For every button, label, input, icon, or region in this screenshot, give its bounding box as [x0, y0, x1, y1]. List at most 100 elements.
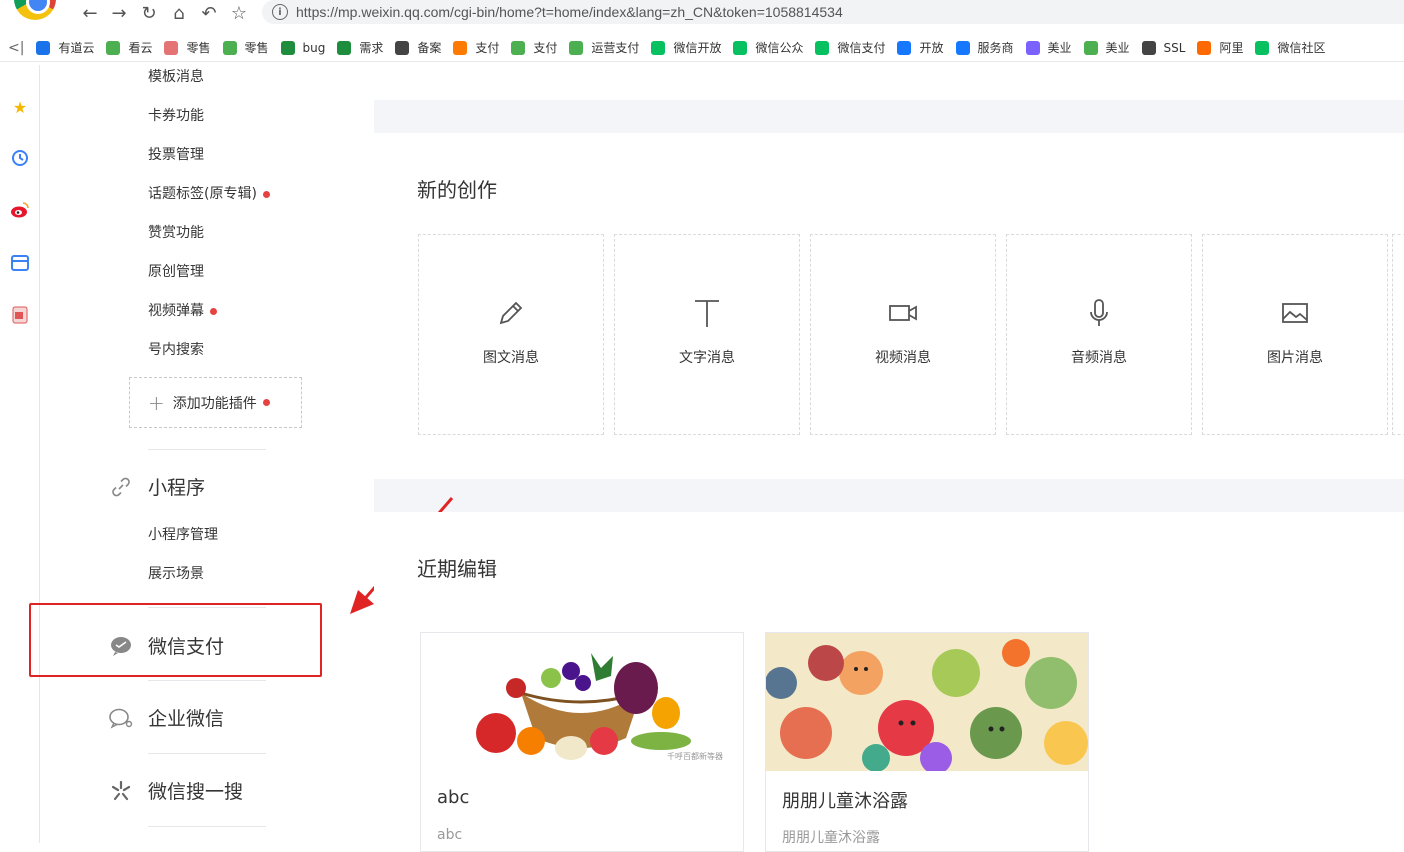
address-bar[interactable]: i https://mp.weixin.qq.com/cgi-bin/home?… — [262, 0, 1404, 24]
image-icon — [1275, 293, 1315, 333]
recent-edit-item[interactable]: 朋朋儿童沐浴露 朋朋儿童沐浴露 — [765, 632, 1089, 852]
menu-item-label: 投票管理 — [148, 147, 204, 163]
bookmark-item[interactable]: 零售 — [222, 39, 269, 56]
create-item-pencil[interactable]: 图文消息 — [418, 234, 604, 435]
info-icon[interactable]: i — [272, 4, 288, 20]
bookmark-label: 备案 — [417, 41, 442, 55]
menu-divider — [148, 753, 266, 754]
menu-item-plugin[interactable]: 原创管理 — [148, 261, 204, 281]
reload-icon[interactable]: ↻ — [137, 2, 161, 24]
bookmark-icon — [1025, 40, 1040, 55]
bookmark-item[interactable]: 支付 — [511, 39, 557, 56]
pencil-icon — [491, 293, 531, 333]
menu-section-work-wechat[interactable]: 企业微信 — [108, 704, 224, 731]
bookmark-item[interactable]: 微信开放 — [651, 39, 721, 56]
menu-section-miniprogram[interactable]: 小程序 — [108, 473, 205, 500]
menu-item-plugin[interactable]: 模板消息 — [148, 66, 204, 86]
menu-item-label: 赞赏功能 — [148, 225, 204, 241]
bookmark-item[interactable]: 支付 — [453, 39, 499, 56]
create-item-text[interactable]: 文字消息 — [614, 234, 800, 435]
bookmark-item[interactable]: 微信社区 — [1255, 39, 1326, 56]
menu-item-plugin[interactable]: 赞赏功能 — [148, 222, 204, 242]
bookmark-item[interactable]: bug — [280, 40, 326, 55]
bookmark-label: bug — [302, 40, 326, 55]
bookmark-item[interactable]: SSL — [1141, 40, 1186, 55]
back-icon[interactable]: ← — [78, 2, 102, 24]
create-item-microphone[interactable]: 音频消息 — [1006, 234, 1192, 435]
collapse-icon[interactable]: <| — [8, 40, 24, 56]
menu-item-plugin[interactable]: 投票管理 — [148, 144, 204, 164]
bookmark-item[interactable]: 阿里 — [1197, 39, 1243, 56]
side-menu: + 添加功能插件 小程序 小程序管理 展示场景 微信支付 企业微信 微信搜一搜 … — [40, 65, 374, 843]
menu-item-label: 视频弹幕 — [148, 303, 204, 319]
bookmark-icon — [395, 40, 410, 55]
home-icon[interactable]: ⌂ — [167, 2, 191, 24]
forward-icon[interactable]: → — [107, 2, 131, 24]
bookmark-icon — [733, 40, 748, 55]
bookmark-item[interactable]: 有道云 — [36, 39, 94, 56]
url-text[interactable]: https://mp.weixin.qq.com/cgi-bin/home?t=… — [296, 4, 843, 20]
menu-section-label: 小程序 — [148, 477, 206, 499]
menu-item-plugin[interactable]: 号内搜索 — [148, 339, 204, 359]
undo-icon[interactable]: ↶ — [197, 2, 221, 24]
top-card — [374, 65, 1404, 100]
bookmark-item[interactable]: 运营支付 — [569, 39, 639, 56]
pdf-icon[interactable] — [10, 305, 30, 325]
bookmark-icon — [106, 40, 121, 55]
create-item-label: 音频消息 — [1071, 350, 1127, 366]
sparkle-icon — [108, 778, 134, 804]
add-plugin-button[interactable]: + 添加功能插件 — [129, 377, 302, 428]
bookmark-icon — [1141, 40, 1156, 55]
window-icon[interactable] — [10, 253, 30, 273]
article-title: 朋朋儿童沐浴露 — [782, 791, 908, 812]
article-desc: abc — [437, 827, 463, 843]
create-item-image[interactable]: 图片消息 — [1202, 234, 1388, 435]
article-thumbnail: 千呼百都新等器 — [421, 633, 743, 771]
menu-item-label: 原创管理 — [148, 264, 204, 280]
bookmark-item[interactable]: 需求 — [337, 39, 383, 56]
bookmark-icon — [36, 40, 51, 55]
plus-icon: + — [148, 390, 165, 415]
menu-item-plugin[interactable]: 话题标签(原专辑) — [148, 183, 270, 203]
bookmark-icon — [1255, 40, 1270, 55]
bookmark-label: 开放 — [919, 41, 944, 55]
recent-edit-item[interactable]: 千呼百都新等器 abc abc — [420, 632, 744, 852]
create-item-label: 视频消息 — [875, 350, 931, 366]
bookmark-item[interactable]: 美业 — [1025, 39, 1072, 56]
bookmark-icon — [1197, 40, 1212, 55]
menu-divider — [148, 680, 266, 681]
bookmark-item[interactable]: 微信公众 — [733, 39, 803, 56]
bookmark-label: 阿里 — [1219, 41, 1244, 55]
bookmark-item[interactable]: 零售 — [164, 39, 211, 56]
menu-item-plugin[interactable]: 视频弹幕 — [148, 300, 217, 320]
create-section-title: 新的创作 — [417, 178, 497, 202]
bookmark-item[interactable]: 美业 — [1083, 39, 1130, 56]
menu-item-display-scene[interactable]: 展示场景 — [148, 563, 204, 583]
menu-item-label: 卡券功能 — [148, 108, 204, 124]
create-item-video[interactable]: 视频消息 — [810, 234, 996, 435]
chrome-logo-icon — [14, 0, 56, 20]
bookmark-item[interactable]: 服务商 — [955, 39, 1014, 56]
article-thumbnail — [766, 633, 1088, 771]
favorites-icon[interactable]: ★ — [10, 97, 30, 117]
bookmark-item[interactable]: 开放 — [897, 39, 944, 56]
menu-item-plugin[interactable]: 卡券功能 — [148, 105, 204, 125]
menu-section-search[interactable]: 微信搜一搜 — [108, 777, 243, 804]
create-item-label: 文字消息 — [679, 350, 735, 366]
bookmark-item[interactable]: 微信支付 — [815, 39, 885, 56]
history-icon[interactable] — [10, 148, 30, 168]
bookmark-label: 零售 — [186, 41, 211, 55]
bookmark-icon — [651, 40, 666, 55]
create-item-partial[interactable] — [1392, 234, 1404, 435]
bookmark-item[interactable]: 备案 — [395, 39, 441, 56]
star-icon[interactable]: ☆ — [227, 2, 251, 24]
bookmark-label: 服务商 — [977, 41, 1014, 55]
bookmark-label: SSL — [1163, 40, 1186, 55]
weibo-icon[interactable] — [10, 200, 30, 220]
new-dot-badge — [262, 190, 270, 198]
recent-section-title: 近期编辑 — [417, 557, 497, 581]
bookmark-item[interactable]: 看云 — [106, 39, 152, 56]
bookmark-icon — [511, 40, 526, 55]
new-dot-badge — [210, 307, 217, 315]
menu-item-miniprogram-manage[interactable]: 小程序管理 — [148, 524, 218, 544]
